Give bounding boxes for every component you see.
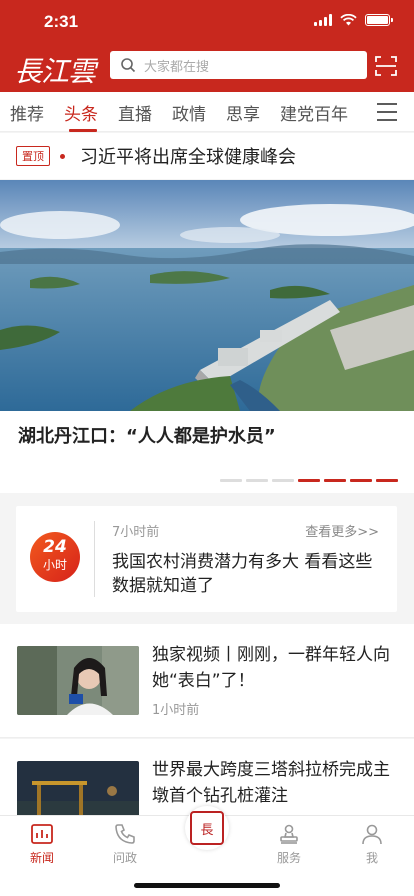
24h-headline: 我国农村消费潜力有多大 看看这些数据就知道了 — [112, 552, 373, 596]
24h-badge-unit: 小时 — [42, 558, 67, 572]
list-item[interactable]: 独家视频丨刚刚，一群年轻人向她“表白”了！ 1小时前 — [0, 624, 414, 738]
user-icon — [362, 824, 382, 845]
hero-carousel[interactable]: 湖北丹江口：“人人都是护水员” — [0, 180, 414, 493]
nav-center-button[interactable]: 長 — [185, 806, 229, 850]
status-time: 2:31 — [44, 12, 79, 31]
24h-time: 7小时前 — [112, 525, 160, 540]
search-input[interactable]: 大家都在搜 — [110, 51, 367, 79]
status-bar: 2:31 — [0, 0, 414, 44]
news-24h-section: 24 小时 7小时前 查看更多>> 我国农村消费潜力有多大 看看这些数据就知道了 — [0, 494, 414, 622]
carousel-dot — [324, 479, 346, 482]
home-indicator — [134, 883, 280, 888]
news-title: 独家视频丨刚刚，一群年轻人向她“表白”了！ — [152, 645, 390, 691]
search-placeholder: 大家都在搜 — [144, 59, 210, 75]
news-icon — [31, 824, 53, 844]
status-icons — [314, 14, 393, 26]
carousel-dot — [350, 479, 372, 482]
nav-news[interactable]: 新闻 — [12, 822, 72, 866]
hero-title: 湖北丹江口：“人人都是护水员” — [18, 426, 276, 447]
tab-politics[interactable]: 政情 — [172, 100, 206, 125]
service-icon — [280, 824, 298, 844]
24h-badge-number: 24 — [43, 537, 67, 557]
carousel-dot — [246, 479, 268, 482]
divider — [94, 521, 95, 597]
carousel-dot — [220, 479, 242, 482]
carousel-dots — [220, 479, 398, 482]
news-title: 世界最大跨度三塔斜拉桥完成主墩首个钻孔桩灌注 — [152, 760, 390, 806]
changjiang-seal-icon: 長 — [190, 811, 224, 845]
search-icon — [121, 58, 136, 73]
pinned-news[interactable]: 置顶 习近平将出席全球健康峰会 — [0, 133, 414, 179]
tab-live[interactable]: 直播 — [118, 100, 152, 125]
carousel-dot — [298, 479, 320, 482]
active-tab-indicator — [69, 129, 97, 132]
wifi-icon — [340, 14, 357, 26]
pinned-dot — [60, 154, 65, 159]
tab-headlines[interactable]: 头条 — [64, 100, 98, 125]
battery-icon — [365, 14, 393, 26]
nav-inquiry-label: 问政 — [112, 851, 137, 865]
tab-thoughts[interactable]: 思享 — [226, 100, 260, 125]
nav-news-label: 新闻 — [29, 851, 54, 865]
carousel-dot — [272, 479, 294, 482]
tab-party-centenary[interactable]: 建党百年 — [280, 100, 348, 125]
scan-icon[interactable] — [374, 54, 398, 78]
app-logo: 長江雲 — [14, 55, 96, 88]
pinned-badge: 置顶 — [16, 146, 50, 166]
nav-inquiry[interactable]: 问政 — [95, 822, 155, 866]
nav-me[interactable]: 我 — [342, 822, 402, 866]
carousel-dot — [376, 479, 398, 482]
news-thumbnail-woman-interview — [17, 646, 139, 715]
nav-service[interactable]: 服务 — [259, 822, 319, 866]
see-more-link[interactable]: 查看更多>> — [305, 521, 379, 540]
nav-service-label: 服务 — [276, 851, 301, 865]
channel-tabs: 推荐 头条 直播 政情 思享 建党百年 — [0, 92, 414, 132]
app-header: 2:31 長江雲 大家都在搜 — [0, 0, 414, 92]
news-thumbnail-bridge-construction — [17, 761, 139, 818]
tab-recommend[interactable]: 推荐 — [10, 100, 44, 125]
news-time: 1小时前 — [152, 703, 200, 718]
nav-me-label: 我 — [365, 851, 378, 865]
hero-image-dam-reservoir[interactable] — [0, 180, 414, 411]
pinned-title: 习近平将出席全球健康峰会 — [80, 147, 296, 168]
menu-icon[interactable] — [376, 102, 398, 122]
signal-icon — [314, 14, 332, 26]
news-24h-card[interactable]: 24 小时 7小时前 查看更多>> 我国农村消费潜力有多大 看看这些数据就知道了 — [16, 506, 397, 612]
24h-badge-icon: 24 小时 — [30, 532, 80, 582]
phone-icon — [115, 824, 135, 844]
